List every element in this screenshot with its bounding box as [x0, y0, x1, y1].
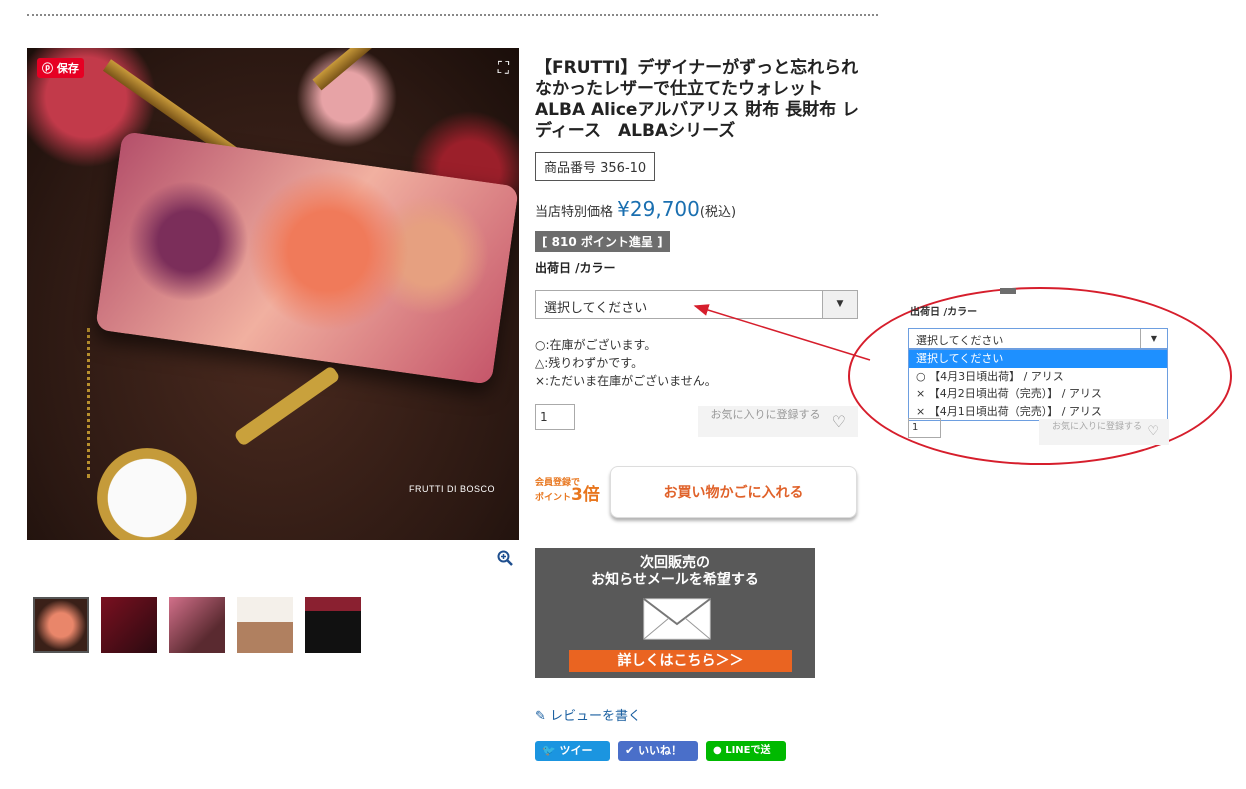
dropdown-option[interactable]: 選択してください	[909, 350, 1167, 368]
callout-points-badge-fragment	[1000, 288, 1016, 294]
dropdown-option[interactable]: ○ 【4月3日頃出荷】 / アリス	[909, 368, 1167, 386]
callout-variant-label: 出荷日 /カラー	[910, 307, 978, 318]
dropdown-option[interactable]: × 【4月1日頃出荷（完売）】 / アリス	[909, 403, 1167, 421]
callout-favorites-button[interactable]: お気に入りに登録する ♡	[1039, 419, 1169, 445]
callout-variant-select[interactable]: 選択してください ▼	[908, 328, 1168, 349]
callout-favorite-label: お気に入りに登録する	[1051, 422, 1142, 432]
heart-icon: ♡	[1147, 424, 1159, 439]
callout-dropdown-list[interactable]: 選択してください ○ 【4月3日頃出荷】 / アリス × 【4月2日頃出荷（完売…	[908, 349, 1168, 421]
dropdown-option[interactable]: × 【4月2日頃出荷（完売）】 / アリス	[909, 385, 1167, 403]
chevron-down-icon: ▼	[1140, 329, 1167, 348]
callout-select-value: 選択してください	[916, 334, 1004, 347]
callout-quantity-input[interactable]: 1	[908, 418, 941, 438]
